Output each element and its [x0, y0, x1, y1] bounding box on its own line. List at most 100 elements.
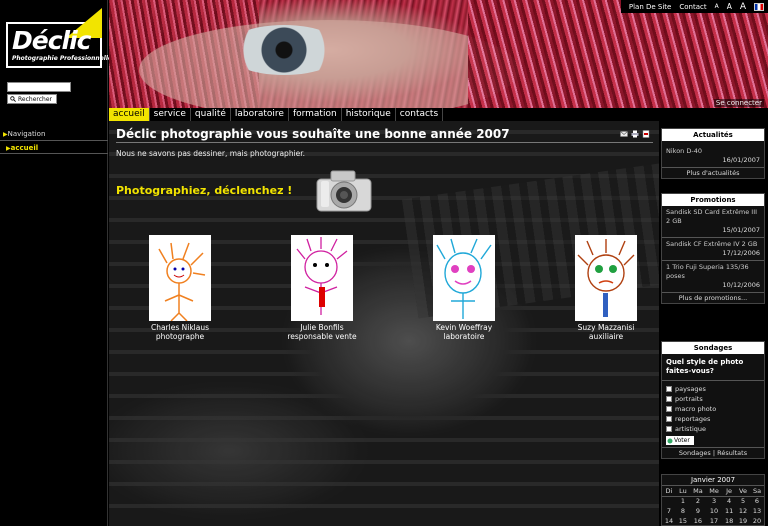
calendar-day[interactable]: 8: [676, 506, 690, 516]
intro-text: Nous ne savons pas dessiner, mais photog…: [116, 149, 306, 158]
news-item[interactable]: Nikon D-40 16/01/2007: [662, 141, 764, 168]
calendar-day[interactable]: 2: [690, 496, 706, 506]
text-medium-button[interactable]: A: [727, 2, 732, 11]
results-link[interactable]: Résultats: [717, 449, 747, 457]
calendar-day[interactable]: 19: [736, 516, 750, 525]
drawing-kevin: [433, 235, 495, 321]
calendar-day[interactable]: 11: [722, 506, 736, 516]
search-input[interactable]: [7, 82, 71, 92]
team-member[interactable]: Charles Niklaus photographe: [133, 235, 227, 341]
child-drawing-icon: [577, 239, 635, 317]
vote-icon: [667, 438, 673, 443]
promotion-date: 10/12/2006: [722, 281, 760, 289]
tab-contacts[interactable]: contacts: [395, 108, 444, 121]
text-small-button[interactable]: A: [715, 3, 719, 10]
email-icon[interactable]: [620, 130, 628, 138]
tab-service[interactable]: service: [149, 108, 191, 121]
print-icon[interactable]: [631, 130, 639, 138]
poll-option[interactable]: portraits: [662, 394, 764, 404]
child-drawing-icon: [436, 238, 492, 319]
poll-checkbox[interactable]: [666, 426, 672, 432]
poll-option-label: paysages: [675, 385, 706, 393]
calendar-day[interactable]: 16: [690, 516, 706, 525]
calendar-day[interactable]: 13: [750, 506, 764, 516]
promotion-item[interactable]: Sandisk SD Card Extrême III 2 GB 15/01/2…: [662, 206, 764, 238]
more-news-link[interactable]: Plus d'actualités: [662, 168, 764, 178]
logo-name: Déclic: [12, 26, 91, 55]
poll-question: Quel style de photo faites-vous?: [662, 354, 764, 381]
top-links: Plan De Site Contact A A A: [620, 0, 768, 13]
tab-accueil[interactable]: accueil: [109, 108, 150, 121]
child-drawing-icon: [158, 242, 206, 321]
member-role: photographe: [155, 332, 205, 341]
poll-option[interactable]: paysages: [662, 384, 764, 394]
calendar-day[interactable]: 12: [736, 506, 750, 516]
calendar-day[interactable]: 20: [750, 516, 764, 525]
calendar-day[interactable]: 10: [706, 506, 722, 516]
promotion-date: 17/12/2006: [722, 249, 760, 257]
news-date: 16/01/2007: [722, 156, 760, 164]
promotion-item[interactable]: Sandisk CF Extrême IV 2 GB 17/12/2006: [662, 238, 764, 261]
french-flag-icon[interactable]: [754, 2, 764, 11]
poll-checkbox[interactable]: [666, 396, 672, 402]
news-box: Actualités Nikon D-40 16/01/2007 Plus d'…: [661, 128, 765, 179]
poll-option-label: macro photo: [675, 405, 717, 413]
promotion-date: 15/01/2007: [722, 226, 760, 234]
calendar-day[interactable]: 4: [722, 496, 736, 506]
calendar-day[interactable]: 9: [690, 506, 706, 516]
pdf-icon[interactable]: [642, 130, 650, 138]
news-title: Actualités: [662, 129, 764, 141]
calendar-day[interactable]: 3: [706, 496, 722, 506]
sidebar-item-accueil[interactable]: ▶accueil: [0, 142, 108, 154]
poll-option[interactable]: artistique: [662, 424, 764, 434]
member-name: Suzy Mazzanisi: [577, 323, 635, 332]
search-button[interactable]: Rechercher: [7, 94, 57, 104]
more-promotions-link[interactable]: Plus de promotions...: [662, 293, 764, 303]
team-member[interactable]: Julie Bonfils responsable vente: [275, 235, 369, 341]
sitemap-link[interactable]: Plan De Site: [629, 3, 671, 11]
calendar-day[interactable]: 14: [662, 516, 676, 525]
poll-checkbox[interactable]: [666, 406, 672, 412]
calendar-day[interactable]: [662, 496, 676, 506]
left-sidebar: Déclic Photographie Professionnelle Rech…: [0, 0, 112, 526]
calendar-day[interactable]: 18: [722, 516, 736, 525]
main-menu: accueil service qualité laboratoire form…: [109, 108, 768, 121]
weekday: Je: [722, 486, 737, 497]
calendar-day[interactable]: 15: [676, 516, 690, 525]
contact-link[interactable]: Contact: [679, 3, 706, 11]
calendar-grid: Di Lu Ma Me Je Ve Sa 123456 7 8 9 10 11 12 13 14 15 16…: [662, 486, 764, 525]
calendar-day[interactable]: 1: [676, 496, 690, 506]
poll-checkbox[interactable]: [666, 386, 672, 392]
polls-link[interactable]: Sondages: [679, 449, 711, 457]
calendar-day[interactable]: 17: [706, 516, 722, 525]
poll-option[interactable]: macro photo: [662, 404, 764, 414]
team-member[interactable]: Suzy Mazzanisi auxiliaire: [559, 235, 653, 341]
team-list: Charles Niklaus photographe Julie Bonfils…: [133, 235, 653, 341]
text-large-button[interactable]: A: [740, 2, 746, 12]
drawing-julie: [291, 235, 353, 321]
member-name: Kevin Woeffray: [435, 323, 493, 332]
tab-formation[interactable]: formation: [288, 108, 342, 121]
calendar-day[interactable]: 7: [662, 506, 676, 516]
member-role: auxiliaire: [588, 332, 624, 341]
main-content: Déclic photographie vous souhaîte une bo…: [109, 121, 659, 526]
poll-option[interactable]: reportages: [662, 414, 764, 424]
weekday: Lu: [675, 486, 690, 497]
login-link[interactable]: Se connecter: [713, 99, 764, 107]
calendar-day[interactable]: 6: [750, 496, 764, 506]
tab-qualite[interactable]: qualité: [190, 108, 231, 121]
promotion-item[interactable]: 1 Trio Fuji Superia 135/36 poses 10/12/2…: [662, 261, 764, 293]
child-drawing-icon: [296, 237, 348, 315]
promotion-text: 1 Trio Fuji Superia 135/36 poses: [666, 263, 749, 280]
poll-footer-separator: |: [712, 449, 716, 457]
poll-checkbox[interactable]: [666, 416, 672, 422]
tab-historique[interactable]: historique: [341, 108, 396, 121]
logo[interactable]: Déclic Photographie Professionnelle: [6, 8, 112, 68]
weekday: Di: [662, 486, 676, 497]
team-member[interactable]: Kevin Woeffray laboratoire: [417, 235, 511, 341]
calendar-day[interactable]: 5: [736, 496, 750, 506]
title-divider: [116, 142, 653, 143]
tab-laboratoire[interactable]: laboratoire: [230, 108, 289, 121]
poll-option-label: portraits: [675, 395, 703, 403]
vote-button[interactable]: Voter: [666, 436, 694, 445]
